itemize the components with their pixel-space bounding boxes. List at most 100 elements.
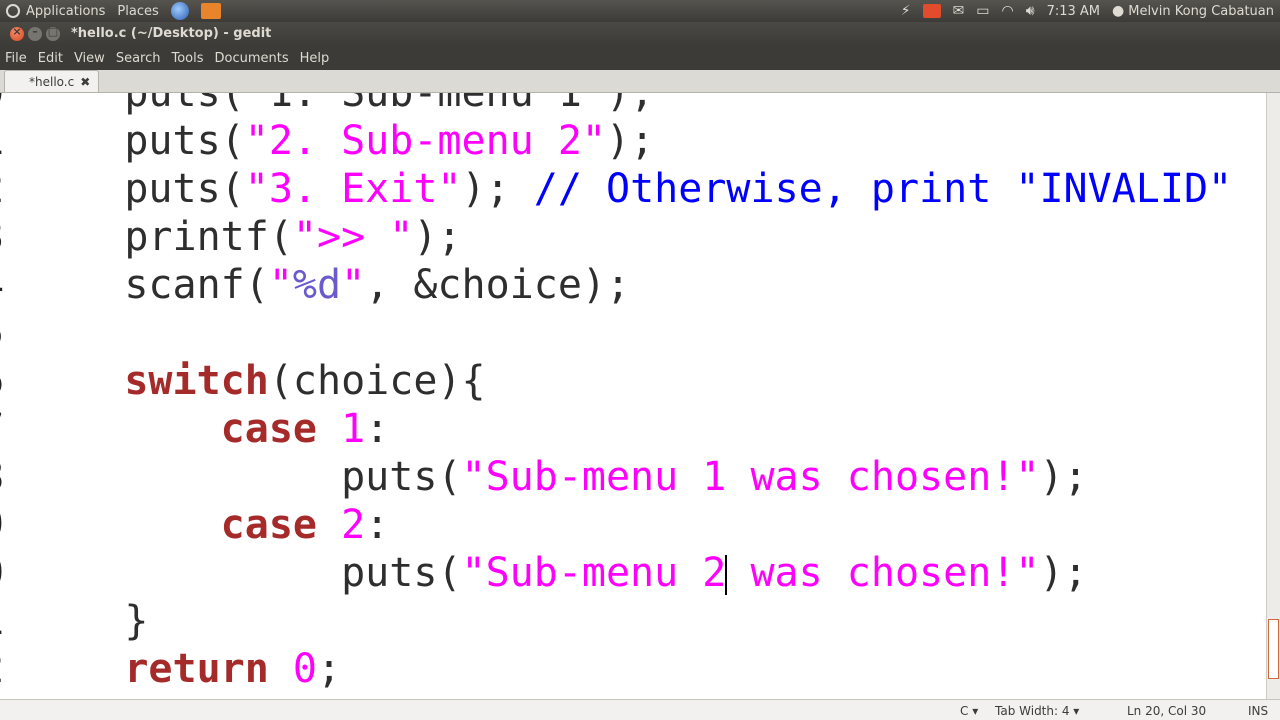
menu-view[interactable]: View <box>69 51 111 66</box>
network-icon[interactable]: ◠ <box>996 0 1020 22</box>
applications-label: Applications <box>26 3 106 19</box>
language-selector[interactable]: C ▾ <box>960 704 978 718</box>
record-icon <box>922 4 941 18</box>
tab-label: *hello.c <box>29 74 75 89</box>
code-line: case 1: <box>28 405 390 453</box>
line-number: 2 <box>0 645 4 693</box>
code-line: puts("2. Sub-menu 2"); <box>28 117 654 165</box>
clock[interactable]: 7:13 AM <box>1041 0 1106 22</box>
code-line: puts("3. Exit"); // Otherwise, print "IN… <box>28 165 1232 213</box>
user-name: Melvin Kong Cabatuan <box>1128 3 1274 19</box>
code-token: 2 <box>341 502 366 548</box>
code-line: scanf("%d", &choice); <box>28 261 630 309</box>
code-token: was chosen!" <box>726 550 1040 596</box>
user-menu[interactable]: ● Melvin Kong Cabatuan <box>1106 0 1280 22</box>
top-panel: Applications Places ⚡ ✉ ▭ ◠ 🔊︎ 7:13 AM ●… <box>0 0 1280 22</box>
ubuntu-logo-icon <box>6 4 20 18</box>
user-icon: ● <box>1112 3 1125 19</box>
code-token: "2. Sub-menu 2" <box>244 118 606 164</box>
close-window-button[interactable]: × <box>10 25 24 41</box>
tab-width-label: Tab Width: 4 <box>995 704 1070 718</box>
code-token: switch <box>124 358 269 404</box>
code-token: ); <box>1039 550 1088 596</box>
code-token: ; <box>317 646 342 692</box>
code-token: (choice){ <box>268 358 486 404</box>
line-number: 6 <box>0 357 4 405</box>
cursor-position: Ln 20, Col 30 <box>1127 704 1207 718</box>
menu-edit[interactable]: Edit <box>33 51 69 66</box>
minimize-icon: – <box>32 25 38 38</box>
code-editor[interactable]: 0 puts("1. Sub-menu 1");1 puts("2. Sub-m… <box>0 93 1266 699</box>
places-menu[interactable]: Places <box>111 0 164 22</box>
code-line: switch(choice){ <box>28 357 486 405</box>
menu-help[interactable]: Help <box>295 51 336 66</box>
browser-launcher[interactable] <box>165 0 195 22</box>
code-token: %d <box>292 262 342 308</box>
menu-documents[interactable]: Documents <box>210 51 295 66</box>
volume-icon[interactable]: 🔊︎ <box>1020 0 1041 22</box>
code-token: puts("1. Sub-menu 1"); <box>28 93 655 116</box>
code-line: case 2: <box>28 501 390 549</box>
window-title: *hello.c (~/Desktop) - gedit <box>71 26 272 41</box>
close-icon: × <box>12 25 22 38</box>
code-token: return <box>124 646 269 692</box>
line-number: 0 <box>0 93 4 117</box>
code-token: case <box>220 406 317 452</box>
applications-menu[interactable]: Applications <box>0 0 111 22</box>
code-line: printf(">> "); <box>28 213 461 261</box>
close-tab-icon[interactable]: ✖ <box>80 75 90 89</box>
code-token: "3. Exit" <box>244 166 462 212</box>
code-token: scanf( <box>28 262 269 308</box>
code-token: } <box>28 598 149 644</box>
code-token: case <box>220 502 317 548</box>
status-bar: C ▾ Tab Width: 4 ▾ Ln 20, Col 30 INS <box>0 699 1280 720</box>
code-token: " <box>341 262 366 308</box>
line-number: 3 <box>0 213 4 261</box>
places-label: Places <box>117 3 159 19</box>
code-token: 1 <box>341 406 366 452</box>
code-token: "Sub-menu 2 <box>461 550 727 596</box>
menu-search[interactable]: Search <box>111 51 167 66</box>
minimize-window-button[interactable]: – <box>28 25 42 41</box>
code-token: : <box>365 502 390 548</box>
files-icon <box>200 3 221 19</box>
line-number: 0 <box>0 549 4 597</box>
code-token: ); <box>605 118 655 164</box>
maximize-window-button[interactable]: □ <box>46 25 60 41</box>
files-launcher[interactable] <box>195 0 227 22</box>
line-number: 1 <box>0 597 4 645</box>
code-token: : <box>365 406 390 452</box>
scrollbar-thumb[interactable] <box>1268 619 1279 679</box>
code-token: puts( <box>28 118 245 164</box>
code-token: ">> " <box>292 214 414 260</box>
line-number: 9 <box>0 501 4 549</box>
tab-width-selector[interactable]: Tab Width: 4 ▾ <box>995 704 1079 718</box>
menubar: File Edit View Search Tools Documents He… <box>0 46 1280 70</box>
maximize-icon: □ <box>47 25 59 38</box>
code-token: "Sub-menu 1 was chosen!" <box>461 454 1040 500</box>
line-number: 2 <box>0 165 4 213</box>
mail-icon[interactable]: ✉ <box>947 0 971 22</box>
power-icon[interactable]: ⚡ <box>895 0 917 22</box>
code-line: return 0; <box>28 645 341 693</box>
code-token: ); <box>1039 454 1088 500</box>
window-titlebar[interactable]: × – □ *hello.c (~/Desktop) - gedit <box>0 22 1280 46</box>
code-token: puts( <box>28 454 462 500</box>
document-tabs: *hello.c ✖ <box>0 70 1280 93</box>
line-number: 8 <box>0 453 4 501</box>
line-number: 7 <box>0 405 4 453</box>
vertical-scrollbar[interactable] <box>1266 93 1280 699</box>
menu-tools[interactable]: Tools <box>166 51 209 66</box>
menu-file[interactable]: File <box>0 51 33 66</box>
record-indicator[interactable] <box>917 0 947 22</box>
line-number: 4 <box>0 261 4 309</box>
code-token: 0 <box>292 646 318 692</box>
line-number: 1 <box>0 117 4 165</box>
battery-icon[interactable]: ▭ <box>970 0 995 22</box>
tab-hello-c[interactable]: *hello.c ✖ <box>4 70 100 92</box>
code-token: , &choice); <box>365 262 631 308</box>
